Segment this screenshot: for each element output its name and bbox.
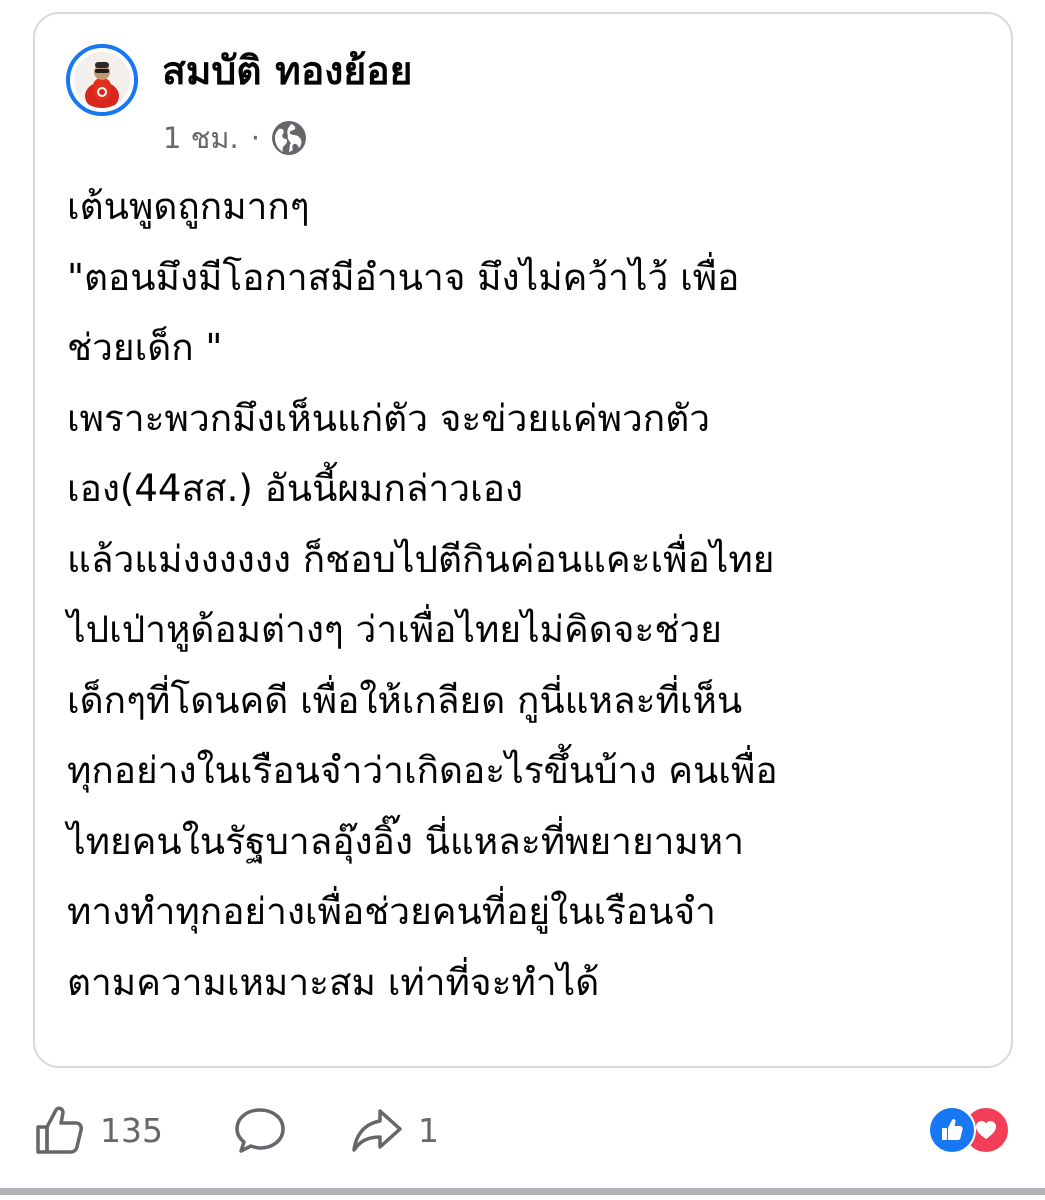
thumbs-up-icon: [36, 1106, 83, 1154]
comment-button[interactable]: [232, 1098, 288, 1162]
share-icon: [352, 1109, 402, 1152]
post-text-line: เต้นพูดถูกมากๆ: [67, 185, 310, 228]
share-count: 1: [418, 1110, 439, 1150]
globe-icon: [271, 121, 306, 155]
feed-divider: [0, 1188, 1045, 1195]
post-text-line: เด็กๆที่โดนคดี เพื่อให้เกลียด กูนี่แหละท…: [67, 678, 743, 722]
meta-separator: ·: [250, 121, 260, 155]
post-meta: 1 ชม. ·: [163, 116, 308, 160]
post-text-line: ไปเป่าหูด้อมต่างๆ ว่าเพื่อไทยไม่คิดจะช่ว…: [67, 608, 722, 651]
post-text-line: ตามความเหมาะสม เท่าที่จะทำได้: [67, 960, 600, 1004]
thumbs-up-icon: [942, 1119, 963, 1140]
author-avatar[interactable]: [66, 44, 138, 116]
share-button[interactable]: 1: [350, 1098, 439, 1162]
comment-icon: [235, 1108, 285, 1153]
avatar-image: [74, 52, 130, 108]
avatar-figure-icon: [74, 52, 130, 108]
post-timestamp[interactable]: 1 ชม.: [163, 115, 239, 161]
post-text-line: "ตอนมึงมีโอกาสมีอำนาจ มึงไม่คว้าไว้ เพื่…: [67, 255, 740, 299]
post-text-line: เอง(44สส.) อันนี้ผมกล่าวเอง: [67, 467, 524, 510]
post-text-line: ทางทำทุกอย่างเพื่อช่วยคนที่อยู่ในเรือนจำ: [67, 890, 716, 933]
post-text-line: ช่วยเด็ก ": [67, 326, 223, 369]
reaction-summary[interactable]: [928, 1106, 1020, 1154]
post-text-line: แล้วแม่งงงงงง ก็ชอบไปตีกินค่อนแคะเพื่อไท…: [67, 537, 775, 581]
like-count: 135: [100, 1110, 163, 1150]
post-card: สมบัติ ทองย้อย 1 ชม. · เต้นพูดถูกมากๆ "ต…: [33, 12, 1013, 1068]
like-reaction-icon: [928, 1106, 976, 1154]
heart-icon: [976, 1121, 996, 1139]
post-text-line: เพราะพวกมึงเห็นแก่ตัว จะข่วยแค่พวกตัว: [67, 396, 711, 440]
post-text-line: ทุกอย่างในเรือนจำว่าเกิดอะไรขึ้นบ้าง คนเ…: [67, 749, 778, 792]
post-action-bar: 135 1: [0, 1098, 1045, 1162]
like-button[interactable]: 135: [32, 1098, 163, 1162]
post-body: เต้นพูดถูกมากๆ "ตอนมึงมีโอกาสมีอำนาจ มึง…: [67, 172, 1007, 1018]
post-text-line: ไทยคนในรัฐบาลอุ๊งอิ๊ง นี่แหละที่พยายามหา: [67, 819, 744, 863]
author-name[interactable]: สมบัติ ทองย้อย: [162, 44, 412, 100]
